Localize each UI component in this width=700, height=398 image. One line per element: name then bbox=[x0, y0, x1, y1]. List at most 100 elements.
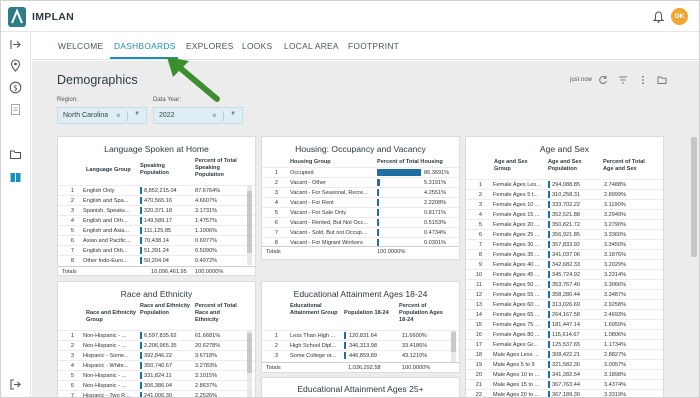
table-row[interactable]: 1 Non-Hispanic - ... 6,597,835.62 61.6681% bbox=[58, 330, 255, 340]
table-row[interactable]: 6 Asian and Pacific... 70,438.14 0.6977% bbox=[58, 235, 255, 245]
table-row[interactable]: 4 Vacant - For Rent 2.2208% bbox=[262, 197, 459, 207]
table-row[interactable]: 5 English and Asia... 111,125.85 1.1006% bbox=[58, 225, 255, 235]
table-row[interactable]: 1 Occupied 86.3691% bbox=[262, 167, 459, 177]
card-title: Educational Attainment Ages 18-24 bbox=[293, 289, 428, 299]
year-filter[interactable]: 2022 × ▼ bbox=[153, 107, 243, 124]
value-cell: 350,821.72 bbox=[552, 222, 580, 228]
table-row[interactable]: 5 Female Ages 20 ... 350,821.72 3.2790% bbox=[466, 219, 663, 229]
page-scrollbar[interactable] bbox=[691, 137, 697, 257]
table-row[interactable]: 12 Female Ages 55 ... 358,280.44 3.3487% bbox=[466, 289, 663, 299]
folder-icon[interactable] bbox=[9, 148, 22, 161]
table-row[interactable]: 11 Female Ages 50 ... 353,767.40 3.3066% bbox=[466, 279, 663, 289]
table-row[interactable]: 6 Female Ages 25 ... 356,921.85 3.3360% bbox=[466, 229, 663, 239]
percent-cell: 2.8999% bbox=[604, 192, 627, 198]
chevron-down-icon[interactable]: ▼ bbox=[230, 111, 236, 117]
row-number: 1 bbox=[274, 170, 278, 176]
percent-cell: 2.9258% bbox=[604, 302, 627, 308]
scrollbar-thumb[interactable] bbox=[247, 191, 252, 253]
table-row[interactable]: 17 Female Ages Gr... 125,537.65 1.1734% bbox=[466, 339, 663, 349]
table-row[interactable]: 3 Vacant - For Seasonal, Recre... 4.2551% bbox=[262, 187, 459, 197]
table-row[interactable]: 2 English and Spa... 470,565.16 4.6607% bbox=[58, 195, 255, 205]
tab-local-area[interactable]: LOCAL AREA bbox=[284, 41, 339, 51]
book-icon[interactable] bbox=[9, 171, 22, 184]
row-number: 6 bbox=[70, 383, 74, 389]
table-row[interactable]: 3 Female Ages 10 ... 333,702.22 3.1190% bbox=[466, 199, 663, 209]
value-cell: 306,386.04 bbox=[144, 383, 172, 389]
tab-explores[interactable]: EXPLORES bbox=[186, 41, 234, 51]
logout-icon[interactable] bbox=[9, 378, 22, 391]
table-row[interactable]: 18 Male Ages Less ... 308,422.21 2.8827% bbox=[466, 349, 663, 359]
table-row[interactable]: 1 Female Ages Les... 294,088.85 2.7488% bbox=[466, 179, 663, 189]
percent-cell: 1.6959% bbox=[604, 322, 627, 328]
clear-icon[interactable]: × bbox=[116, 111, 121, 120]
value-bar bbox=[548, 391, 550, 397]
table-row[interactable]: 20 Male Ages 10 to ... 341,282.54 3.1898% bbox=[466, 369, 663, 379]
value-bar bbox=[548, 331, 550, 338]
scrollbar-thumb[interactable] bbox=[451, 332, 456, 352]
value-cell: 341,037.06 bbox=[552, 252, 580, 258]
region-filter[interactable]: North Carolina × ▼ bbox=[57, 107, 147, 124]
table-row[interactable]: 7 Female Ages 30 ... 357,833.92 3.3450% bbox=[466, 239, 663, 249]
table-row[interactable]: 1 Less Than High ... 120,831.64 11.6600% bbox=[262, 330, 459, 340]
table-row[interactable]: 21 Male Ages 15 to ... 367,763.44 3.4374% bbox=[466, 379, 663, 389]
group-cell: Vacant - Rented, But Not Occ... bbox=[290, 220, 368, 226]
table-row[interactable]: 10 Female Ages 45 ... 345,724.92 3.2314% bbox=[466, 269, 663, 279]
row-number: 2 bbox=[70, 343, 74, 349]
table-row[interactable]: 13 Female Ages 60 ... 313,026.69 2.9258% bbox=[466, 299, 663, 309]
tab-looks[interactable]: LOOKS bbox=[242, 41, 272, 51]
table-row[interactable]: 7 Hispanic - Two R... 241,006.30 2.2526% bbox=[58, 390, 255, 397]
filter-icon[interactable] bbox=[618, 75, 628, 85]
table-row[interactable]: 7 English and Oth... 51,391.24 0.5090% bbox=[58, 245, 255, 255]
row-number: 5 bbox=[70, 373, 74, 379]
table-row[interactable]: 1 English Only 8,852,215.04 87.6764% bbox=[58, 185, 255, 195]
scrollbar[interactable] bbox=[247, 330, 252, 397]
expand-icon[interactable] bbox=[9, 38, 22, 51]
dollar-icon[interactable]: $ bbox=[9, 81, 22, 94]
table-row[interactable]: 8 Other Indo-Euro... 50,204.04 0.4972% bbox=[58, 255, 255, 265]
chevron-down-icon[interactable]: ▼ bbox=[134, 111, 140, 117]
table-row[interactable]: 2 Female Ages 5 t... 310,258.31 2.8999% bbox=[466, 189, 663, 199]
more-options-icon[interactable] bbox=[638, 75, 648, 85]
group-cell: Hispanic - Some... bbox=[83, 353, 129, 359]
table-row[interactable]: 15 Female Ages 75 ... 181,447.14 1.6959% bbox=[466, 319, 663, 329]
avatar[interactable]: DK bbox=[671, 8, 688, 25]
tab-welcome[interactable]: WELCOME bbox=[58, 41, 103, 51]
race-card: Race and Ethnicity Race and Ethnicity Gr… bbox=[57, 281, 256, 397]
tab-dashboards[interactable]: DASHBOARDS bbox=[114, 41, 176, 51]
table-row[interactable]: 2 Non-Hispanic - ... 2,206,965.35 20.6278% bbox=[58, 340, 255, 350]
refresh-icon[interactable] bbox=[598, 75, 608, 85]
table-row[interactable]: 2 High School Dipl... 346,313.98 33.4186% bbox=[262, 340, 459, 350]
table-row[interactable]: 4 Female Ages 15 ... 352,521.88 3.2949% bbox=[466, 209, 663, 219]
column-header: Population 18-24 bbox=[344, 310, 389, 316]
table-row[interactable]: 19 Male Ages 5 to 9 321,582.30 3.0057% bbox=[466, 359, 663, 369]
table-row[interactable]: 3 Spanish, Speaks... 320,371.18 3.1731% bbox=[58, 205, 255, 215]
bell-icon[interactable] bbox=[653, 11, 664, 23]
location-pin-icon[interactable] bbox=[9, 59, 22, 72]
table-row[interactable]: 14 Female Ages 65 ... 264,167.58 2.4693% bbox=[466, 309, 663, 319]
table-row[interactable]: 2 Vacant - Other 5.3191% bbox=[262, 177, 459, 187]
document-icon[interactable] bbox=[9, 103, 22, 116]
table-row[interactable]: 7 Vacant - Sold, But not Occup... 0.4734% bbox=[262, 227, 459, 237]
scrollbar-thumb[interactable] bbox=[247, 333, 252, 373]
table-row[interactable]: 4 English and Oth... 149,589.17 1.4757% bbox=[58, 215, 255, 225]
region-filter-label: Region: bbox=[57, 97, 78, 103]
table-row[interactable]: 22 Male Ages 20 to ... 367,189.30 3.3319% bbox=[466, 389, 663, 397]
table-row[interactable]: 3 Hispanic - Some... 392,846.22 3.6718% bbox=[58, 350, 255, 360]
scrollbar[interactable] bbox=[451, 330, 456, 362]
tab-footprint[interactable]: FOOTPRINT bbox=[348, 41, 399, 51]
table-row[interactable]: 8 Female Ages 35 ... 341,037.06 3.1876% bbox=[466, 249, 663, 259]
table-row[interactable]: 3 Some College or... 446,859.89 43.1210% bbox=[262, 350, 459, 360]
clear-icon[interactable]: × bbox=[212, 111, 217, 120]
table-row[interactable]: 6 Non-Hispanic - ... 306,386.04 2.8637% bbox=[58, 380, 255, 390]
table-row[interactable]: 9 Female Ages 40 ... 342,682.33 3.2029% bbox=[466, 259, 663, 269]
table-row[interactable]: 4 Hispanic - White... 350,740.67 3.2783% bbox=[58, 360, 255, 370]
table-row[interactable]: 5 Vacant - For Sale Only 0.8171% bbox=[262, 207, 459, 217]
value-bar bbox=[140, 257, 142, 264]
scrollbar[interactable] bbox=[247, 185, 252, 265]
table-row[interactable]: 6 Vacant - Rented, But Not Occ... 0.5153% bbox=[262, 217, 459, 227]
table-row[interactable]: 5 Non-Hispanic - ... 331,824.11 3.1015% bbox=[58, 370, 255, 380]
table-row[interactable]: 16 Female Ages 80 ... 115,614.67 1.0806% bbox=[466, 329, 663, 339]
folder-icon[interactable] bbox=[657, 75, 667, 85]
column-header: Age and Sex Population bbox=[548, 159, 582, 172]
percent-cell: 3.2029% bbox=[604, 262, 627, 268]
